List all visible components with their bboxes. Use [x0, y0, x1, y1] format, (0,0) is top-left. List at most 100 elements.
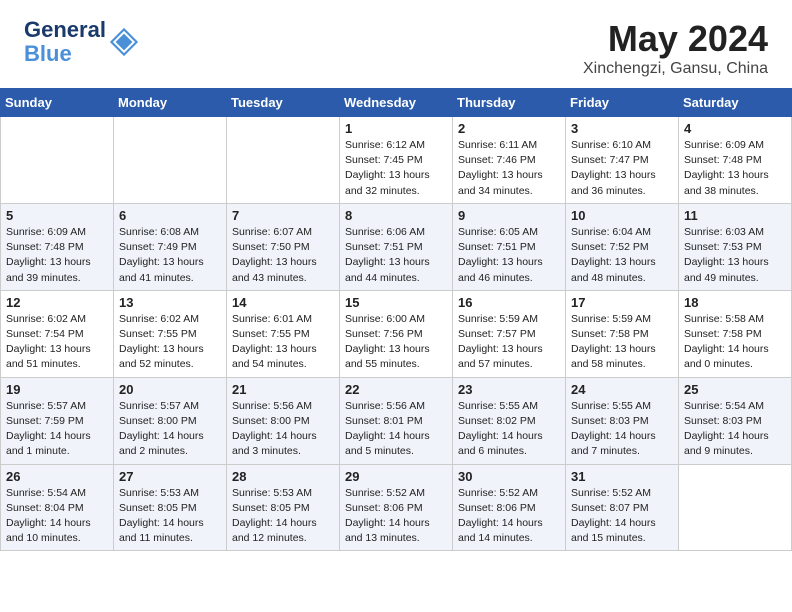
- day-info: Sunrise: 6:09 AM Sunset: 7:48 PM Dayligh…: [6, 225, 108, 286]
- calendar-cell: 7 Sunrise: 6:07 AM Sunset: 7:50 PM Daylig…: [227, 203, 340, 290]
- day-number: 22: [345, 382, 447, 397]
- calendar-cell: 13 Sunrise: 6:02 AM Sunset: 7:55 PM Dayli…: [114, 290, 227, 377]
- day-info: Sunrise: 5:52 AM Sunset: 8:07 PM Dayligh…: [571, 486, 673, 547]
- day-number: 1: [345, 121, 447, 136]
- header-wednesday: Wednesday: [340, 89, 453, 117]
- calendar-cell: 21 Sunrise: 5:56 AM Sunset: 8:00 PM Dayli…: [227, 377, 340, 464]
- day-number: 26: [6, 469, 108, 484]
- calendar-cell: 8 Sunrise: 6:06 AM Sunset: 7:51 PM Daylig…: [340, 203, 453, 290]
- header-tuesday: Tuesday: [227, 89, 340, 117]
- day-number: 20: [119, 382, 221, 397]
- day-number: 13: [119, 295, 221, 310]
- day-info: Sunrise: 5:55 AM Sunset: 8:02 PM Dayligh…: [458, 399, 560, 460]
- calendar-cell: 29Sunrise: 5:52 AM Sunset: 8:06 PM Dayli…: [340, 464, 453, 551]
- calendar-week-4: 19 Sunrise: 5:57 AM Sunset: 7:59 PM Dayli…: [1, 377, 792, 464]
- calendar-cell: [227, 117, 340, 204]
- calendar-table: Sunday Monday Tuesday Wednesday Thursday…: [0, 88, 792, 551]
- calendar-cell: 19 Sunrise: 5:57 AM Sunset: 7:59 PM Dayli…: [1, 377, 114, 464]
- calendar-cell: 10 Sunrise: 6:04 AM Sunset: 7:52 PM Dayli…: [566, 203, 679, 290]
- day-number: 5: [6, 208, 108, 223]
- day-info: Sunrise: 6:05 AM Sunset: 7:51 PM Dayligh…: [458, 225, 560, 286]
- calendar-week-2: 5 Sunrise: 6:09 AM Sunset: 7:48 PM Daylig…: [1, 203, 792, 290]
- logo-icon: [110, 28, 138, 56]
- day-info: Sunrise: 5:59 AM Sunset: 7:58 PM Dayligh…: [571, 312, 673, 373]
- logo-text: GeneralBlue: [24, 18, 106, 66]
- calendar-cell: 2 Sunrise: 6:11 AM Sunset: 7:46 PM Daylig…: [453, 117, 566, 204]
- day-number: 14: [232, 295, 334, 310]
- day-number: 18: [684, 295, 786, 310]
- calendar-cell: 26 Sunrise: 5:54 AM Sunset: 8:04 PM Dayli…: [1, 464, 114, 551]
- calendar-cell: 1 Sunrise: 6:12 AM Sunset: 7:45 PM Daylig…: [340, 117, 453, 204]
- day-number: 9: [458, 208, 560, 223]
- day-number: 4: [684, 121, 786, 136]
- day-info: Sunrise: 5:53 AM Sunset: 8:05 PM Dayligh…: [119, 486, 221, 547]
- day-info: Sunrise: 6:06 AM Sunset: 7:51 PM Dayligh…: [345, 225, 447, 286]
- calendar-cell: [1, 117, 114, 204]
- header-friday: Friday: [566, 89, 679, 117]
- day-info: Sunrise: 5:56 AM Sunset: 8:01 PM Dayligh…: [345, 399, 447, 460]
- day-number: 21: [232, 382, 334, 397]
- location: Xinchengzi, Gansu, China: [583, 60, 768, 78]
- calendar-week-5: 26 Sunrise: 5:54 AM Sunset: 8:04 PM Dayli…: [1, 464, 792, 551]
- day-number: 10: [571, 208, 673, 223]
- calendar-cell: 20 Sunrise: 5:57 AM Sunset: 8:00 PM Dayli…: [114, 377, 227, 464]
- month-year: May 2024: [583, 18, 768, 60]
- calendar-cell: 24Sunrise: 5:55 AM Sunset: 8:03 PM Dayli…: [566, 377, 679, 464]
- title-block: May 2024 Xinchengzi, Gansu, China: [583, 18, 768, 78]
- day-number: 6: [119, 208, 221, 223]
- calendar-header-row: Sunday Monday Tuesday Wednesday Thursday…: [1, 89, 792, 117]
- day-info: Sunrise: 5:52 AM Sunset: 8:06 PM Dayligh…: [458, 486, 560, 547]
- calendar-cell: 23 Sunrise: 5:55 AM Sunset: 8:02 PM Dayli…: [453, 377, 566, 464]
- day-number: 25: [684, 382, 786, 397]
- day-info: Sunrise: 5:58 AM Sunset: 7:58 PM Dayligh…: [684, 312, 786, 373]
- day-info: Sunrise: 5:53 AM Sunset: 8:05 PM Dayligh…: [232, 486, 334, 547]
- day-number: 27: [119, 469, 221, 484]
- day-number: 15: [345, 295, 447, 310]
- header-sunday: Sunday: [1, 89, 114, 117]
- day-number: 16: [458, 295, 560, 310]
- day-info: Sunrise: 5:56 AM Sunset: 8:00 PM Dayligh…: [232, 399, 334, 460]
- day-number: 28: [232, 469, 334, 484]
- calendar-cell: 30 Sunrise: 5:52 AM Sunset: 8:06 PM Dayli…: [453, 464, 566, 551]
- day-info: Sunrise: 6:07 AM Sunset: 7:50 PM Dayligh…: [232, 225, 334, 286]
- day-info: Sunrise: 6:12 AM Sunset: 7:45 PM Dayligh…: [345, 138, 447, 199]
- calendar-cell: 15Sunrise: 6:00 AM Sunset: 7:56 PM Dayli…: [340, 290, 453, 377]
- day-info: Sunrise: 5:52 AM Sunset: 8:06 PM Dayligh…: [345, 486, 447, 547]
- day-number: 2: [458, 121, 560, 136]
- header-thursday: Thursday: [453, 89, 566, 117]
- calendar-cell: 25Sunrise: 5:54 AM Sunset: 8:03 PM Dayli…: [679, 377, 792, 464]
- day-number: 3: [571, 121, 673, 136]
- calendar-cell: 12Sunrise: 6:02 AM Sunset: 7:54 PM Dayli…: [1, 290, 114, 377]
- day-info: Sunrise: 6:11 AM Sunset: 7:46 PM Dayligh…: [458, 138, 560, 199]
- calendar-cell: 4Sunrise: 6:09 AM Sunset: 7:48 PM Daylig…: [679, 117, 792, 204]
- day-number: 30: [458, 469, 560, 484]
- calendar-cell: 6 Sunrise: 6:08 AM Sunset: 7:49 PM Daylig…: [114, 203, 227, 290]
- day-number: 17: [571, 295, 673, 310]
- day-info: Sunrise: 6:10 AM Sunset: 7:47 PM Dayligh…: [571, 138, 673, 199]
- day-info: Sunrise: 5:57 AM Sunset: 7:59 PM Dayligh…: [6, 399, 108, 460]
- header-monday: Monday: [114, 89, 227, 117]
- day-info: Sunrise: 5:55 AM Sunset: 8:03 PM Dayligh…: [571, 399, 673, 460]
- day-number: 23: [458, 382, 560, 397]
- calendar-week-3: 12Sunrise: 6:02 AM Sunset: 7:54 PM Dayli…: [1, 290, 792, 377]
- day-info: Sunrise: 6:08 AM Sunset: 7:49 PM Dayligh…: [119, 225, 221, 286]
- calendar-cell: [114, 117, 227, 204]
- calendar-cell: 14Sunrise: 6:01 AM Sunset: 7:55 PM Dayli…: [227, 290, 340, 377]
- logo: GeneralBlue: [24, 18, 138, 66]
- calendar-cell: 22 Sunrise: 5:56 AM Sunset: 8:01 PM Dayli…: [340, 377, 453, 464]
- day-number: 7: [232, 208, 334, 223]
- calendar-cell: 17 Sunrise: 5:59 AM Sunset: 7:58 PM Dayli…: [566, 290, 679, 377]
- calendar-cell: 28 Sunrise: 5:53 AM Sunset: 8:05 PM Dayli…: [227, 464, 340, 551]
- day-number: 19: [6, 382, 108, 397]
- day-info: Sunrise: 6:02 AM Sunset: 7:55 PM Dayligh…: [119, 312, 221, 373]
- day-info: Sunrise: 5:54 AM Sunset: 8:04 PM Dayligh…: [6, 486, 108, 547]
- day-info: Sunrise: 6:04 AM Sunset: 7:52 PM Dayligh…: [571, 225, 673, 286]
- calendar-cell: 5 Sunrise: 6:09 AM Sunset: 7:48 PM Daylig…: [1, 203, 114, 290]
- calendar-cell: 31Sunrise: 5:52 AM Sunset: 8:07 PM Dayli…: [566, 464, 679, 551]
- day-number: 8: [345, 208, 447, 223]
- calendar-cell: 9 Sunrise: 6:05 AM Sunset: 7:51 PM Daylig…: [453, 203, 566, 290]
- calendar-cell: 27 Sunrise: 5:53 AM Sunset: 8:05 PM Dayli…: [114, 464, 227, 551]
- calendar-week-1: 1 Sunrise: 6:12 AM Sunset: 7:45 PM Daylig…: [1, 117, 792, 204]
- calendar-cell: 3 Sunrise: 6:10 AM Sunset: 7:47 PM Daylig…: [566, 117, 679, 204]
- day-info: Sunrise: 5:57 AM Sunset: 8:00 PM Dayligh…: [119, 399, 221, 460]
